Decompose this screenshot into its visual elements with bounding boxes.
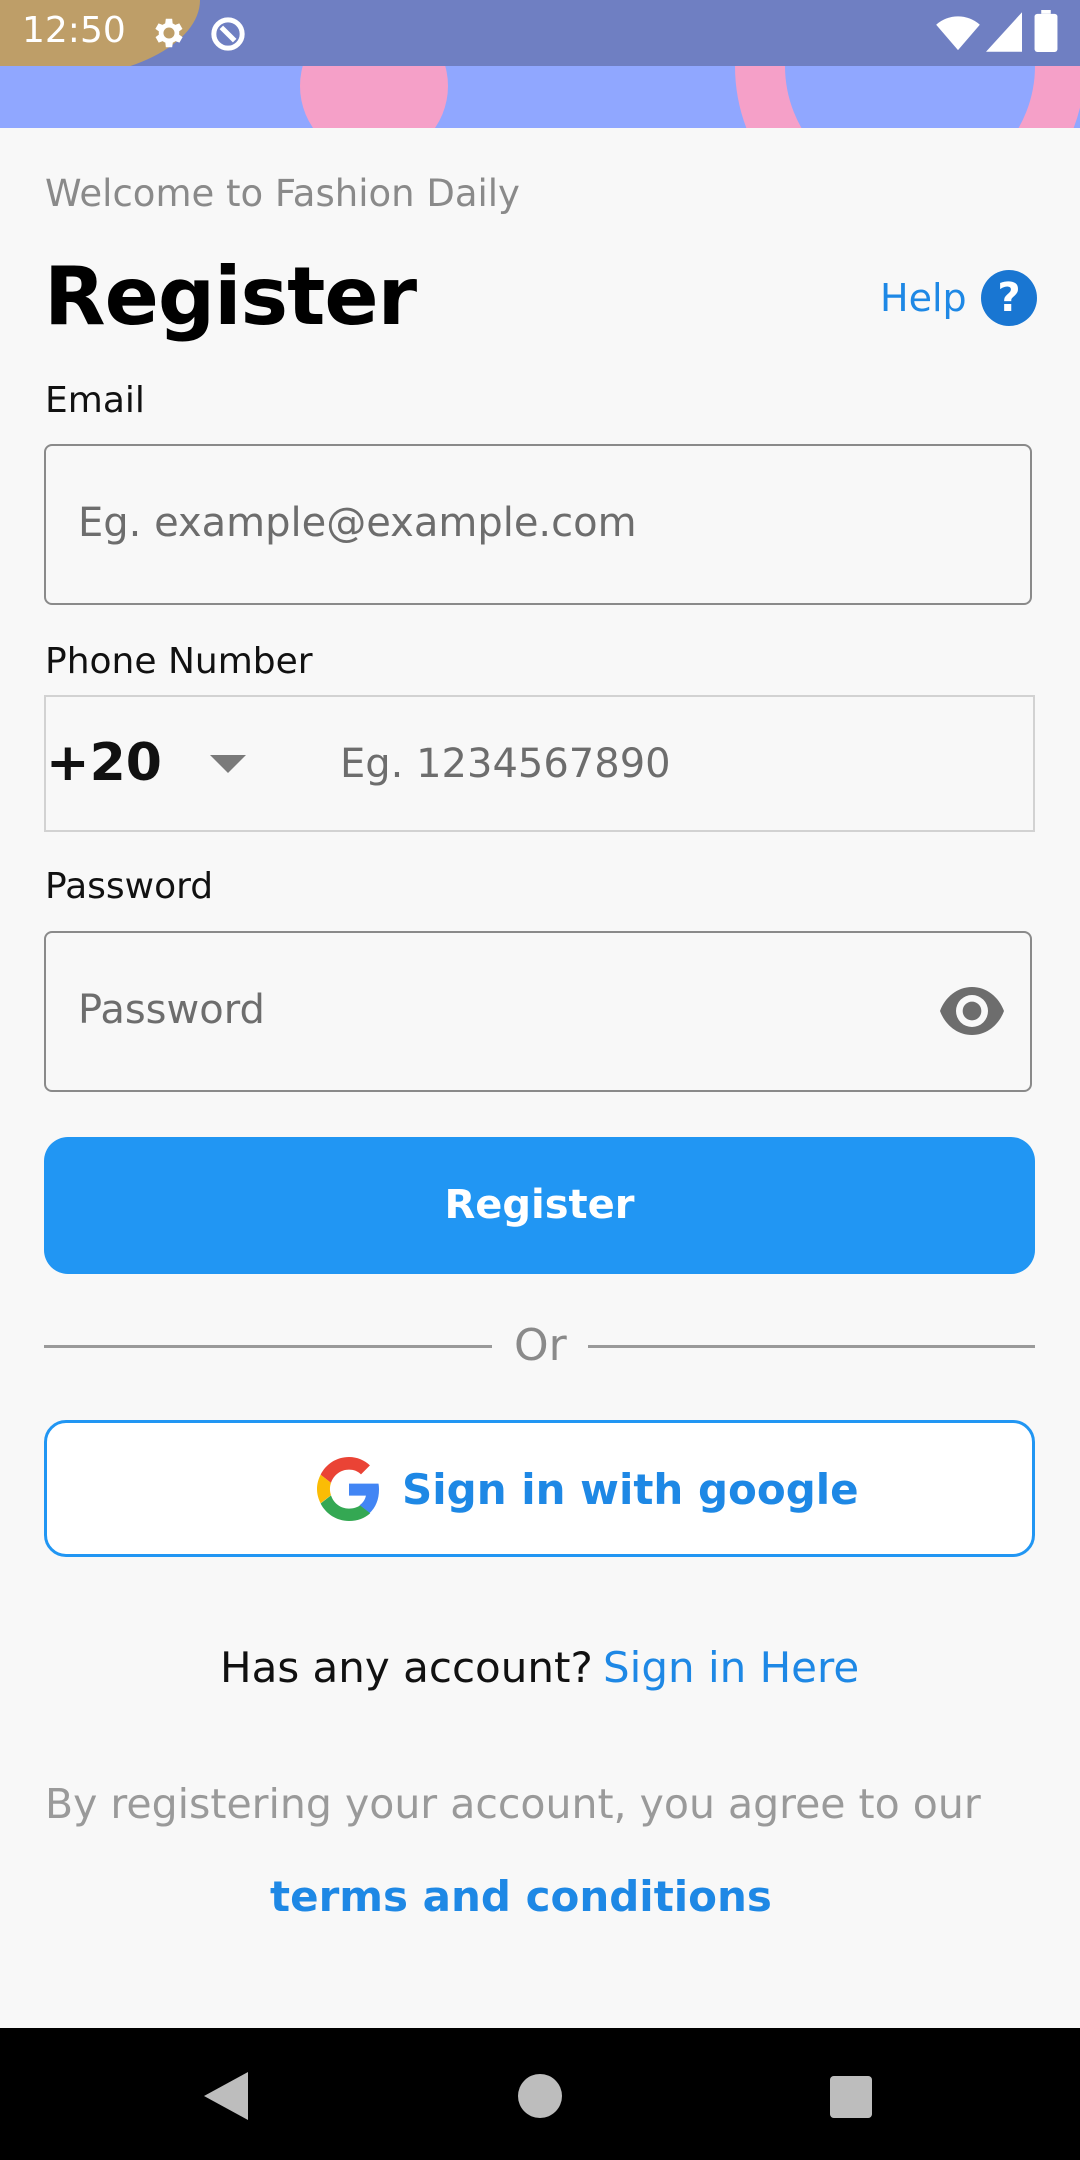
page-title: Register <box>44 250 417 343</box>
country-code[interactable]: +20 <box>46 733 162 793</box>
gear-icon <box>155 18 183 48</box>
password-field[interactable]: Password <box>44 931 1032 1092</box>
signal-icon <box>986 12 1022 52</box>
password-label: Password <box>45 866 214 907</box>
recents-icon[interactable] <box>830 2076 872 2118</box>
home-icon[interactable] <box>518 2074 562 2118</box>
agree-text: By registering your account, you agree t… <box>45 1780 981 1828</box>
password-placeholder: Password <box>78 987 265 1033</box>
data-saver-icon <box>211 17 245 51</box>
status-bar: 12:50 <box>0 0 1080 66</box>
account-question: Has any account? <box>220 1643 593 1692</box>
email-placeholder: Eg. example@example.com <box>78 500 637 546</box>
banner-decoration <box>300 66 1080 128</box>
email-field[interactable]: Eg. example@example.com <box>44 444 1032 605</box>
phone-field[interactable]: +20 Eg. 1234567890 <box>44 695 1035 832</box>
status-time: 12:50 <box>22 10 126 51</box>
divider-left <box>44 1345 492 1348</box>
navigation-bar <box>0 2028 1080 2160</box>
help-link[interactable]: Help <box>880 276 967 320</box>
divider-right <box>588 1345 1035 1348</box>
or-divider-text: Or <box>514 1320 567 1371</box>
welcome-text: Welcome to Fashion Daily <box>45 172 520 215</box>
signin-link[interactable]: Sign in Here <box>603 1643 859 1692</box>
terms-link[interactable]: terms and conditions <box>270 1872 772 1921</box>
google-signin-label: Sign in with google <box>402 1465 859 1514</box>
eye-icon[interactable] <box>940 987 1004 1035</box>
email-label: Email <box>45 380 145 421</box>
chevron-down-icon[interactable] <box>210 755 246 773</box>
wifi-icon <box>936 16 980 51</box>
google-signin-button[interactable]: Sign in with google <box>44 1420 1035 1557</box>
register-button[interactable]: Register <box>44 1137 1035 1274</box>
battery-icon <box>1034 10 1058 52</box>
help-icon[interactable]: ? <box>981 270 1037 326</box>
phone-label: Phone Number <box>45 641 313 682</box>
back-icon[interactable] <box>204 2072 248 2120</box>
header-banner <box>0 66 1080 128</box>
phone-placeholder: Eg. 1234567890 <box>340 741 671 787</box>
google-icon <box>317 1457 379 1521</box>
